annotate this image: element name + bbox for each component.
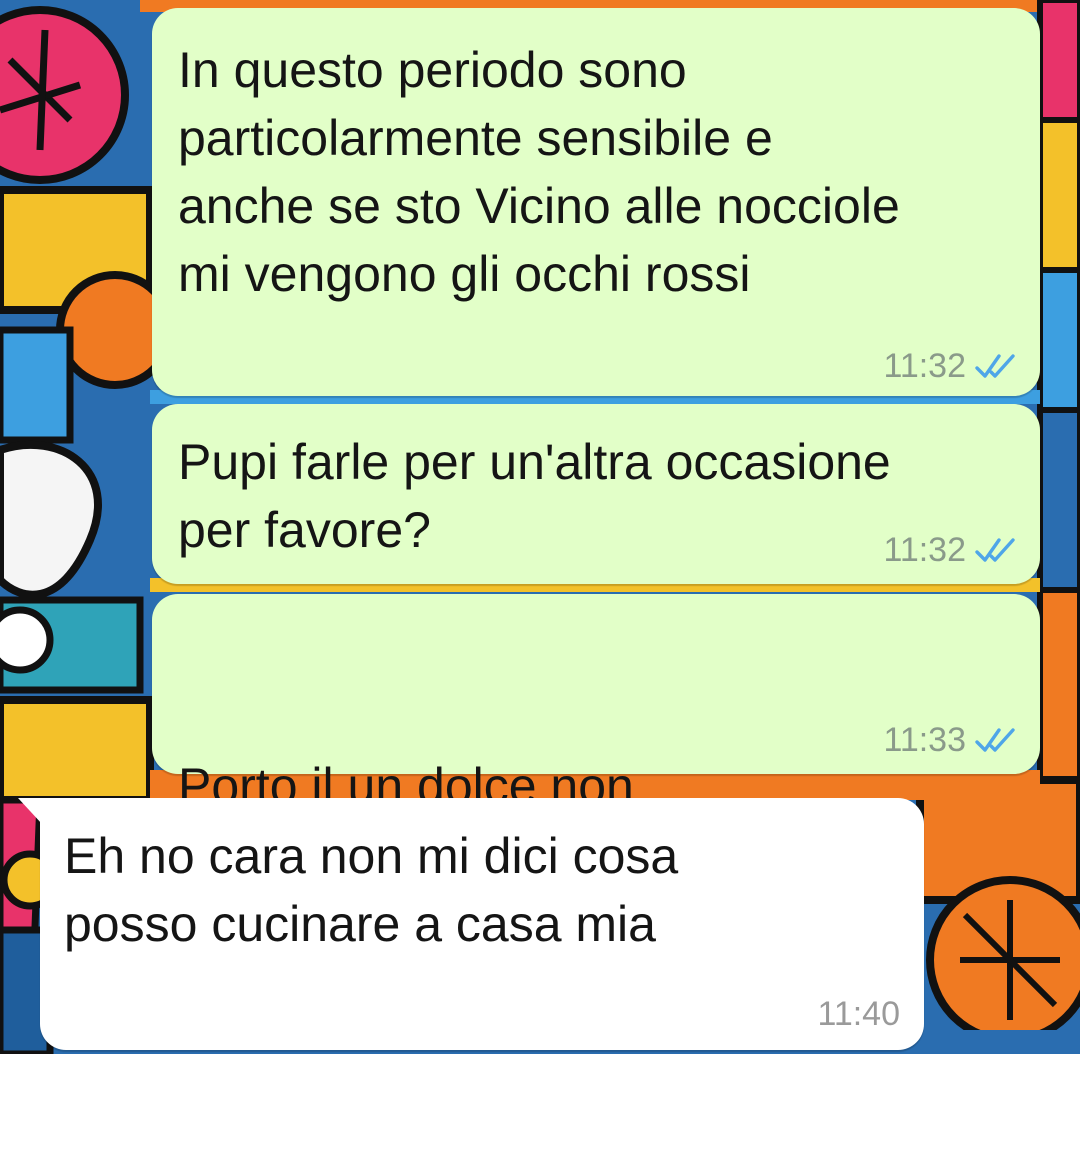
message-text: In questo periodo sono particolarmente s… (178, 42, 900, 302)
outgoing-message-bubble[interactable]: In questo periodo sono particolarmente s… (152, 8, 1040, 396)
double-check-icon (975, 538, 1015, 562)
message-meta: 11:33 (883, 720, 1018, 760)
double-check-icon (975, 728, 1015, 752)
message-meta: 11:32 (883, 346, 1018, 386)
incoming-message-bubble[interactable]: Eh no cara non mi dici cosa posso cucina… (18, 798, 924, 1050)
message-timestamp: 11:33 (883, 721, 966, 759)
outgoing-message-bubble[interactable]: Pupi farle per un'altra occasione per fa… (152, 404, 1040, 584)
message-text: Pupi farle per un'altra occasione per fa… (178, 434, 891, 558)
double-check-icon (975, 354, 1015, 378)
message-text: Eh no cara non mi dici cosa posso cucina… (64, 828, 679, 952)
chat-conversation: In questo periodo sono particolarmente s… (0, 0, 1080, 1054)
message-meta: 11:40 (817, 994, 900, 1034)
message-meta: 11:32 (883, 530, 1018, 570)
message-timestamp: 11:32 (883, 531, 966, 569)
message-timestamp: 11:32 (883, 347, 966, 385)
outgoing-message-bubble[interactable]: Porto il un dolce non preoccuparti (152, 594, 1040, 1021)
message-timestamp: 11:40 (817, 995, 900, 1033)
